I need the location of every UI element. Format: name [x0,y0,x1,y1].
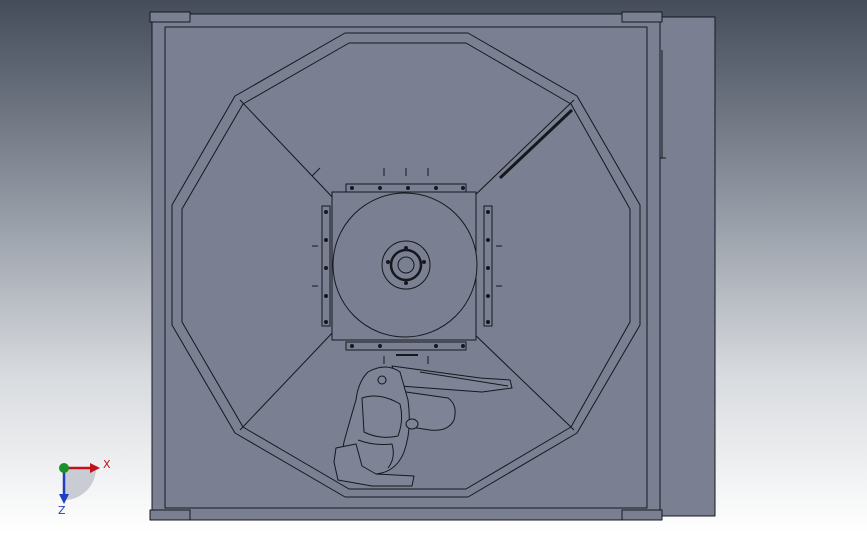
frame-bolt [324,238,328,242]
frame-bolt [350,186,354,190]
robot-wrist [405,418,419,430]
frame-bolt [486,266,490,270]
frame-bolt [486,210,490,214]
turntable-disc [332,192,478,338]
triad-xy-quadrant [64,468,96,500]
hub-bolt [422,260,426,264]
frame-bolt [324,210,328,214]
frame-bolt [406,186,410,190]
corner-bracket [149,11,191,23]
x-axis-label: X [103,458,111,471]
frame-bolt [486,238,490,242]
corner-bracket [621,11,663,23]
frame-bolt [378,344,382,348]
hub-bolt [404,246,408,250]
frame-bolt [324,320,328,324]
cell-top-view-drawing [59,11,716,521]
frame-bolt [434,344,438,348]
hub-bolt [386,260,390,264]
frame-bolt [378,186,382,190]
right-side-panel [654,16,716,517]
triad-y-axis-dot [59,463,69,473]
coordinate-triad [59,463,100,504]
frame-bolt [350,344,354,348]
hub-bolt [404,281,408,285]
cad-viewport[interactable]: X Z [0,0,867,533]
frame-bolt [324,294,328,298]
frame-bolt [324,266,328,270]
corner-bracket [149,509,191,521]
frame-bolt [486,320,490,324]
frame-bolt [434,186,438,190]
frame-bolt [461,344,465,348]
frame-bolt [486,294,490,298]
corner-bracket [621,509,663,521]
z-axis-label: Z [58,504,66,517]
frame-rail-bottom [345,341,467,351]
frame-bolt [461,186,465,190]
